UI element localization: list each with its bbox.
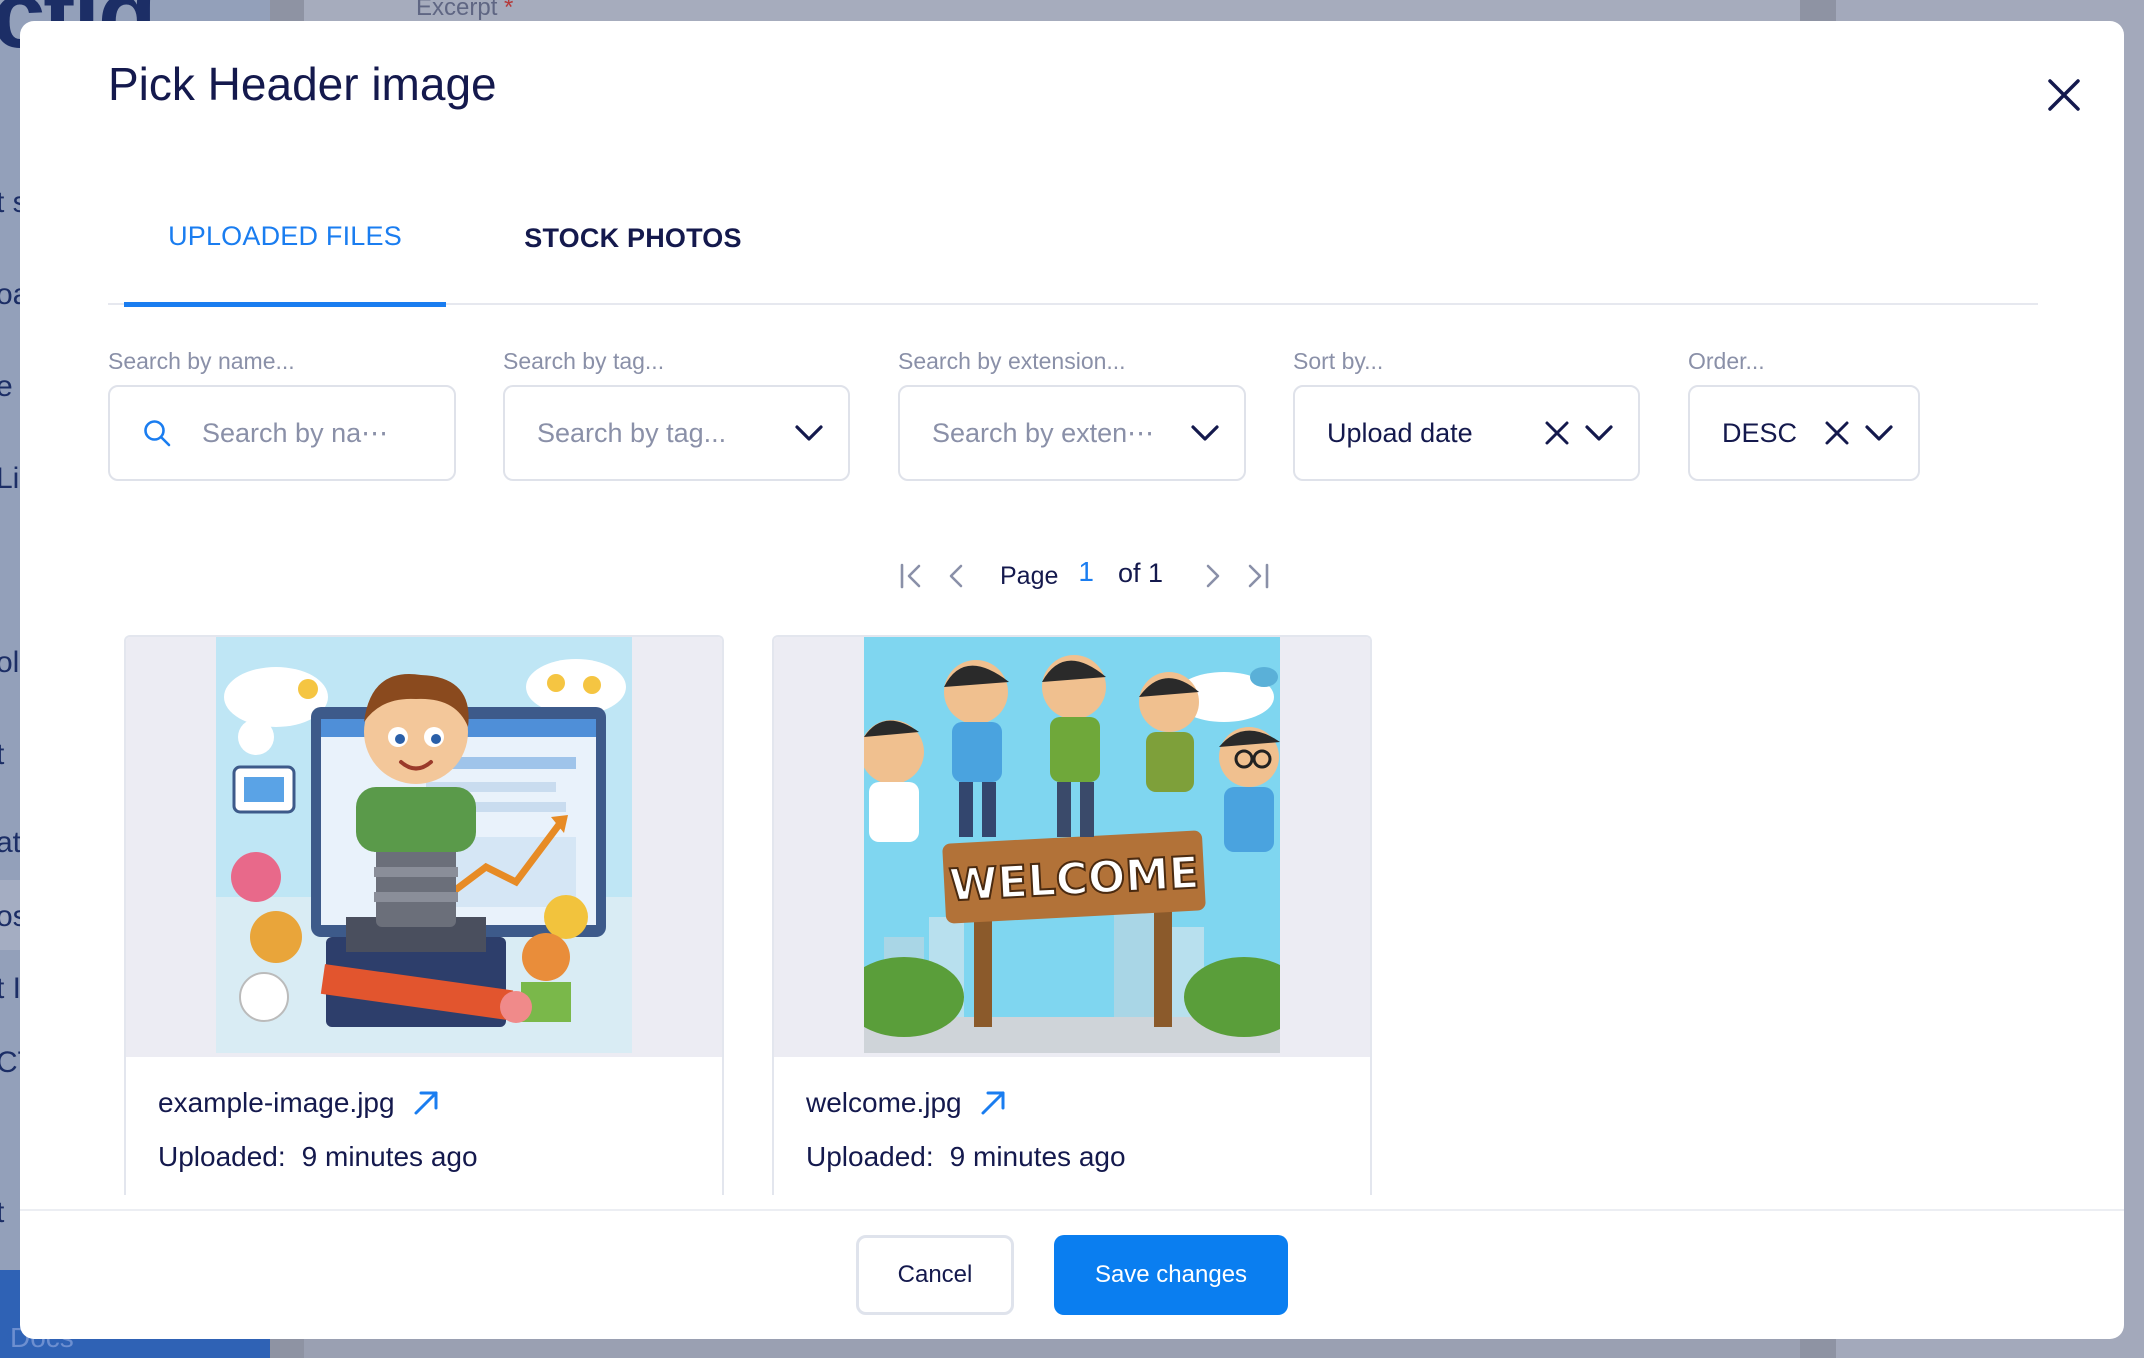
- search-extension-placeholder: Search by exten⋯: [932, 417, 1155, 448]
- file-name: welcome.jpg: [806, 1087, 962, 1118]
- file-thumbnail[interactable]: WELCOME: [774, 637, 1370, 1057]
- background-sidebar-fragment: t: [0, 738, 5, 771]
- background-sidebar-fragment: Li: [0, 462, 20, 495]
- search-icon: [142, 418, 172, 448]
- filter-order: Order... DESC: [1688, 343, 1920, 481]
- clear-icon[interactable]: [1824, 420, 1850, 446]
- filter-tag: Search by tag... Search by tag...: [503, 343, 850, 481]
- uploaded-label: Uploaded:: [158, 1141, 286, 1172]
- filter-tag-label: Search by tag...: [503, 348, 665, 374]
- filter-sort: Sort by... Upload date: [1293, 343, 1640, 481]
- last-page-button[interactable]: [1235, 554, 1279, 598]
- sort-by-select[interactable]: Upload date: [1293, 385, 1640, 481]
- background-excerpt-label: Excerpt *: [416, 0, 513, 22]
- cancel-button[interactable]: Cancel: [856, 1235, 1014, 1315]
- clear-icon[interactable]: [1544, 420, 1570, 446]
- first-page-icon: [897, 561, 927, 591]
- chevron-down-icon[interactable]: [794, 423, 824, 443]
- background-required-mark: *: [504, 0, 514, 21]
- first-page-button[interactable]: [890, 554, 934, 598]
- filter-extension: Search by extension... Search by exten⋯: [898, 343, 1246, 481]
- filter-extension-label: Search by extension...: [898, 348, 1126, 374]
- search-name-input[interactable]: Search by na⋯: [108, 385, 456, 481]
- last-page-icon: [1242, 561, 1272, 591]
- previous-page-button[interactable]: [934, 554, 978, 598]
- background-sidebar-fragment: e: [0, 370, 13, 403]
- search-tag-select[interactable]: Search by tag...: [503, 385, 850, 481]
- close-icon: [2046, 77, 2082, 113]
- chevron-right-icon: [1198, 561, 1228, 591]
- search-name-placeholder: Search by na⋯: [202, 417, 389, 448]
- order-select[interactable]: DESC: [1688, 385, 1920, 481]
- modal-title: Pick Header image: [108, 58, 497, 110]
- tab-bar: UPLOADED FILES STOCK PHOTOS: [108, 171, 2038, 307]
- chevron-down-icon[interactable]: [1864, 423, 1894, 443]
- tab-label: UPLOADED FILES: [168, 221, 402, 251]
- close-button[interactable]: [2036, 67, 2092, 123]
- filter-sort-label: Sort by...: [1293, 348, 1384, 374]
- thumbnail-illustration: WELCOME: [864, 637, 1280, 1053]
- chevron-left-icon: [941, 561, 971, 591]
- search-tag-placeholder: Search by tag...: [537, 417, 727, 448]
- chevron-down-icon[interactable]: [1584, 423, 1614, 443]
- chevron-down-icon[interactable]: [1190, 423, 1220, 443]
- file-name-row: example-image.jpg: [158, 1087, 441, 1119]
- modal-footer: Cancel Save changes: [20, 1209, 2124, 1339]
- file-upload-meta: Uploaded: 9 minutes ago: [806, 1141, 1126, 1173]
- pagination: Page 1 of 1: [890, 551, 1279, 601]
- file-name-row: welcome.jpg: [806, 1087, 1008, 1119]
- background-sidebar-fragment: t: [0, 1196, 5, 1229]
- tab-uploaded-files[interactable]: UPLOADED FILES: [124, 171, 446, 307]
- background-excerpt-text: Excerpt: [416, 0, 498, 21]
- open-external-icon[interactable]: [978, 1088, 1008, 1118]
- thumbnail-illustration: [216, 637, 632, 1053]
- file-card[interactable]: example-image.jpg Uploaded: 9 minutes ago: [124, 635, 724, 1195]
- uploaded-label: Uploaded:: [806, 1141, 934, 1172]
- tab-stock-photos[interactable]: STOCK PHOTOS: [446, 171, 820, 305]
- search-extension-select[interactable]: Search by exten⋯: [898, 385, 1246, 481]
- tab-label: STOCK PHOTOS: [524, 222, 742, 253]
- file-upload-meta: Uploaded: 9 minutes ago: [158, 1141, 478, 1173]
- uploaded-value: 9 minutes ago: [301, 1141, 478, 1172]
- page-label: Page: [1000, 561, 1059, 590]
- open-external-icon[interactable]: [411, 1088, 441, 1118]
- pick-image-modal: Pick Header image UPLOADED FILES STOCK P…: [20, 21, 2124, 1339]
- file-thumbnail[interactable]: [126, 637, 722, 1057]
- filter-name-label: Search by name...: [108, 348, 295, 374]
- page-total: of 1: [1117, 557, 1164, 588]
- file-card[interactable]: WELCOME welcome.jpg Uploaded: 9 minutes …: [772, 635, 1372, 1195]
- save-changes-button[interactable]: Save changes: [1054, 1235, 1288, 1315]
- filter-order-label: Order...: [1688, 348, 1765, 374]
- background-sidebar-fragment: t I: [0, 972, 22, 1005]
- uploaded-value: 9 minutes ago: [949, 1141, 1126, 1172]
- next-page-button[interactable]: [1191, 554, 1235, 598]
- sort-by-value: Upload date: [1327, 417, 1473, 448]
- current-page-input[interactable]: 1: [1078, 556, 1094, 588]
- file-name: example-image.jpg: [158, 1087, 395, 1118]
- filter-name: Search by name... Search by na⋯: [108, 343, 456, 481]
- order-value: DESC: [1722, 417, 1798, 448]
